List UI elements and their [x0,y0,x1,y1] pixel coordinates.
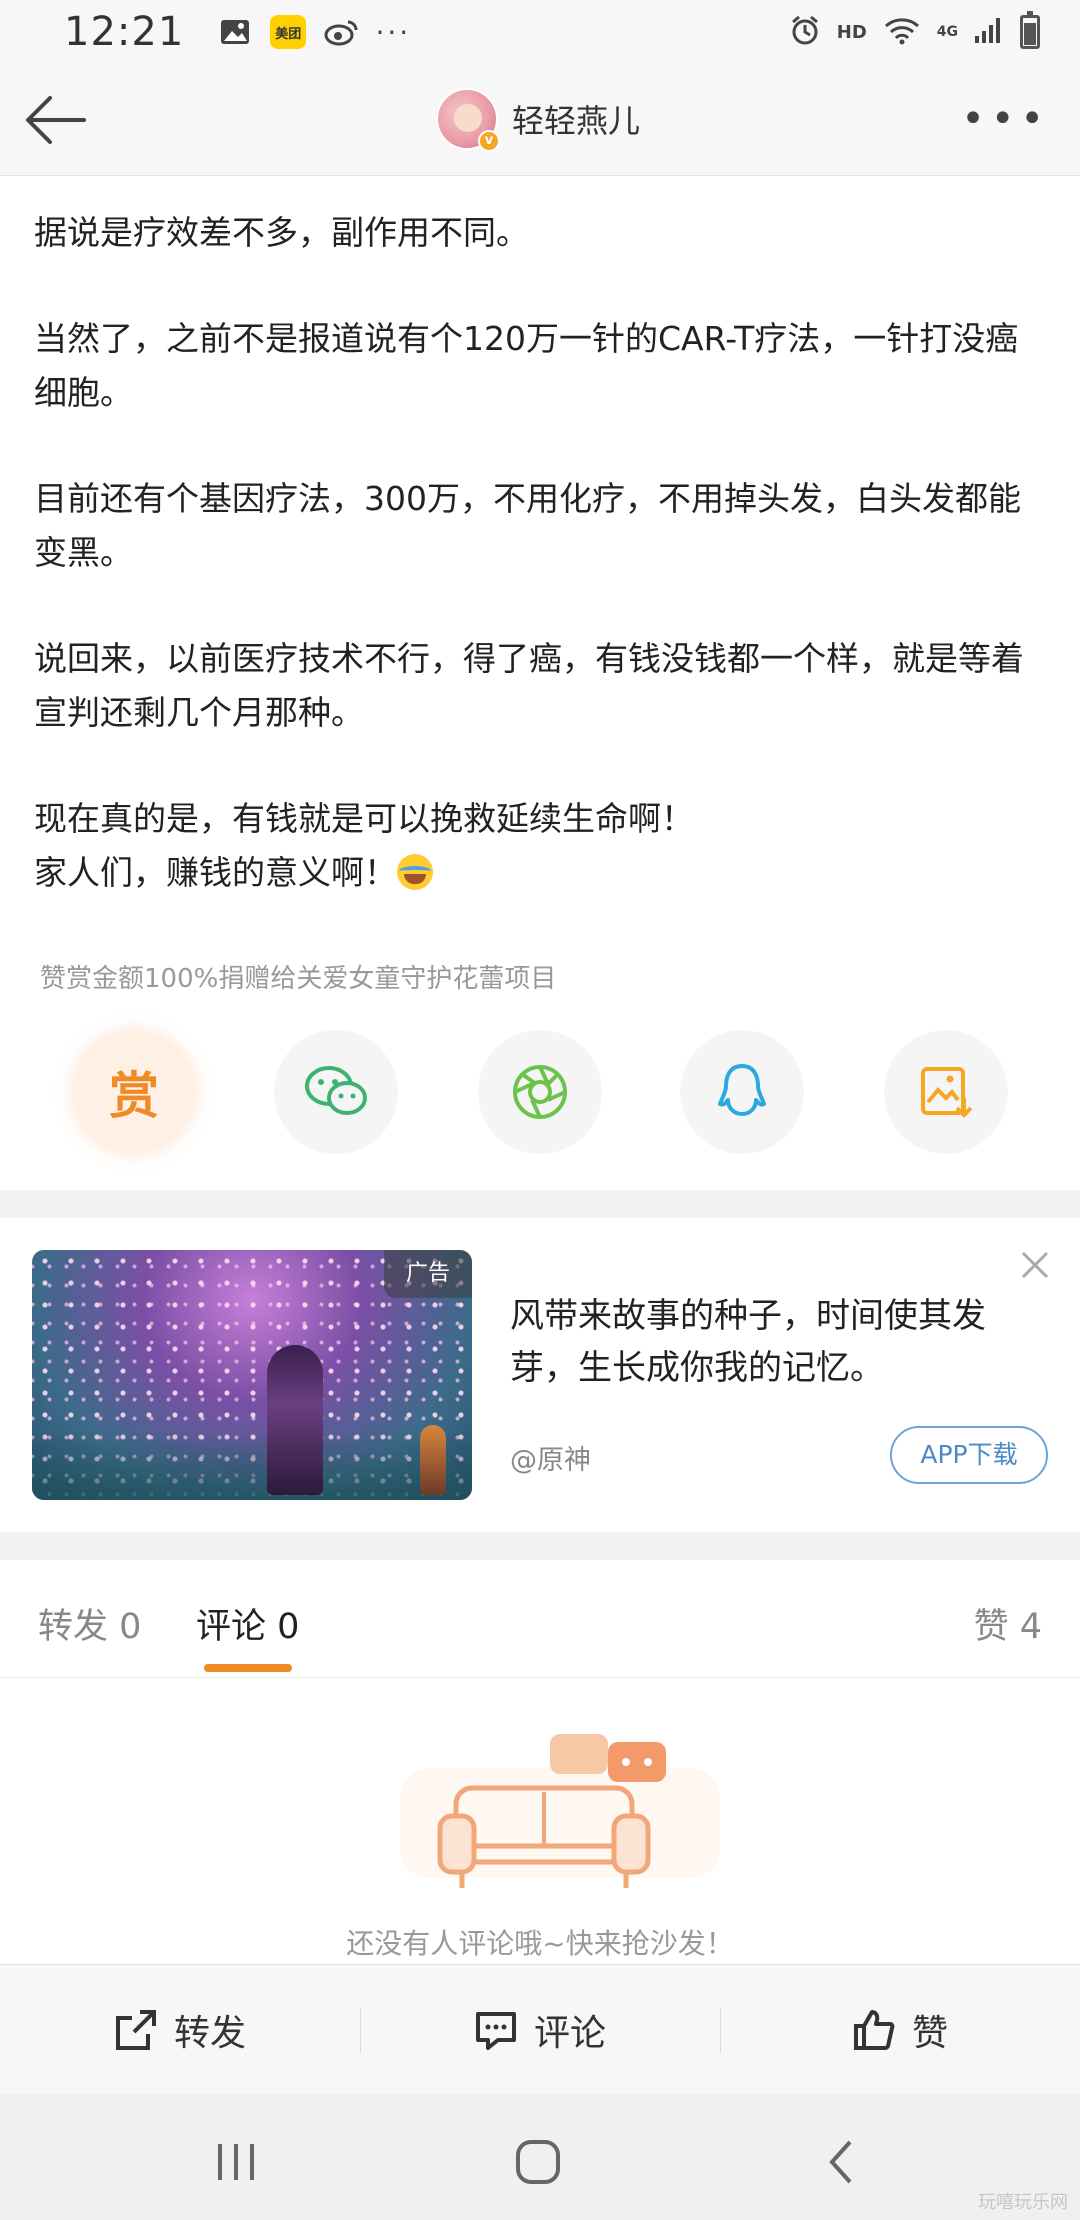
verified-badge: v [478,130,500,152]
post-paragraph: 现在真的是，有钱就是可以挽救延续生命啊！ [34,799,694,838]
watermark: 玩嘻玩乐网 [978,2192,1068,2213]
avatar[interactable]: v [436,88,500,152]
nav-bar: v 轻轻燕儿 ••• [0,64,1080,176]
system-nav-bar: 玩嘻玩乐网 [0,2094,1080,2220]
status-bar: 12:21 美团 ··· HD 4G [0,0,1080,64]
author-name[interactable]: 轻轻燕儿 [512,96,640,142]
share-moments-button[interactable] [478,1030,602,1154]
notification-icons: 美团 ··· [218,15,410,49]
save-image-button[interactable] [884,1030,1008,1154]
empty-comments-text: 还没有人评论哦~快来抢沙发！ [346,1927,734,1960]
ad-source[interactable]: @原神 [510,1438,591,1477]
system-back-button[interactable] [812,2132,872,2192]
section-divider [0,1190,1080,1218]
app-download-button[interactable]: APP下载 [890,1426,1048,1484]
ad-tag: 广告 [384,1250,472,1298]
more-options-button[interactable]: ••• [961,99,1050,139]
home-button[interactable] [508,2132,568,2192]
post-content: 据说是疗效差不多，副作用不同。 当然了，之前不是报道说有个120万一针的CAR-… [34,206,1044,900]
weibo-icon [324,15,358,49]
section-divider [0,1532,1080,1560]
signal-icon [974,16,1004,48]
like-label: 赞 [911,2012,948,2054]
comment-button[interactable]: 评论 [360,1965,720,2094]
qq-icon [718,1064,766,1116]
ad-image-character [267,1345,323,1495]
back-button[interactable] [22,90,90,150]
close-icon [1021,1251,1049,1279]
avatar-face [454,104,482,132]
alarm-icon [789,14,821,50]
post-paragraph-text: 家人们，赚钱的意义啊！ [34,853,397,892]
share-row: 赏 [0,1030,1080,1160]
home-icon [516,2140,560,2184]
back-arrow-icon [26,96,86,144]
network-label: 4G [936,24,958,40]
post-paragraph: 说回来，以前医疗技术不行，得了癌，有钱没钱都一个样，就是等着宣判还剩几个月那种。 [34,639,1024,732]
tab-repost[interactable]: 转发 0 [38,1598,141,1649]
repost-button[interactable]: 转发 [0,1965,360,2094]
comment-label: 评论 [533,2012,606,2054]
gallery-icon [218,15,252,49]
chevron-left-icon [829,2140,852,2184]
post-paragraph: 当然了，之前不是报道说有个120万一针的CAR-T疗法，一针打没癌细胞。 [34,319,1019,412]
thumbs-up-icon [853,2009,895,2050]
share-wechat-button[interactable] [274,1030,398,1154]
ad-image[interactable]: 广告 [32,1250,472,1500]
moments-icon [513,1065,567,1119]
comment-icon [475,2011,516,2050]
bottom-toolbar: 转发 评论 赞 [0,1964,1080,2094]
wifi-icon [883,15,921,49]
tab-comment[interactable]: 评论 0 [196,1598,299,1649]
share-qq-button[interactable] [680,1030,804,1154]
sofa-illustration [400,1728,720,1898]
battery-icon [1020,11,1040,49]
meituan-icon: 美团 [270,15,307,49]
status-right: HD 4G [789,11,1040,50]
active-tab-indicator [204,1664,292,1672]
post-paragraph: 据说是疗效差不多，副作用不同。 [34,213,529,252]
recent-apps-icon [218,2144,254,2180]
reward-button[interactable]: 赏 [72,1030,196,1154]
status-time: 12:21 [64,9,185,55]
wechat-icon [305,1066,367,1115]
repost-icon [115,2009,156,2050]
post-author[interactable]: v 轻轻燕儿 [436,88,640,152]
like-button[interactable]: 赞 [720,1965,1080,2094]
reward-icon: 赏 [109,1067,159,1125]
save-image-icon [921,1067,973,1118]
more-notifications-icon: ··· [375,15,412,49]
reward-note: 赞赏金额100%捐赠给关爱女童守护花蕾项目 [40,964,557,994]
recent-apps-button[interactable] [206,2132,266,2192]
hd-label: HD [836,21,867,43]
post-paragraph: 目前还有个基因疗法，300万，不用化疗，不用掉头发，白头发都能变黑。 [34,479,1021,572]
interaction-tabs: 转发 0 评论 0 赞 4 [0,1564,1080,1678]
ad-title[interactable]: 风带来故事的种子，时间使其发芽，生长成你我的记忆。 [510,1290,1030,1394]
repost-label: 转发 [173,2012,246,2054]
tab-like[interactable]: 赞 4 [974,1598,1042,1649]
laugh-cry-emoji-icon [397,854,433,890]
close-ad-button[interactable] [1018,1248,1052,1282]
ad-image-ground [32,1430,472,1500]
ad-image-character [420,1425,446,1495]
post-paragraph-last: 家人们，赚钱的意义啊！ [34,846,1044,900]
